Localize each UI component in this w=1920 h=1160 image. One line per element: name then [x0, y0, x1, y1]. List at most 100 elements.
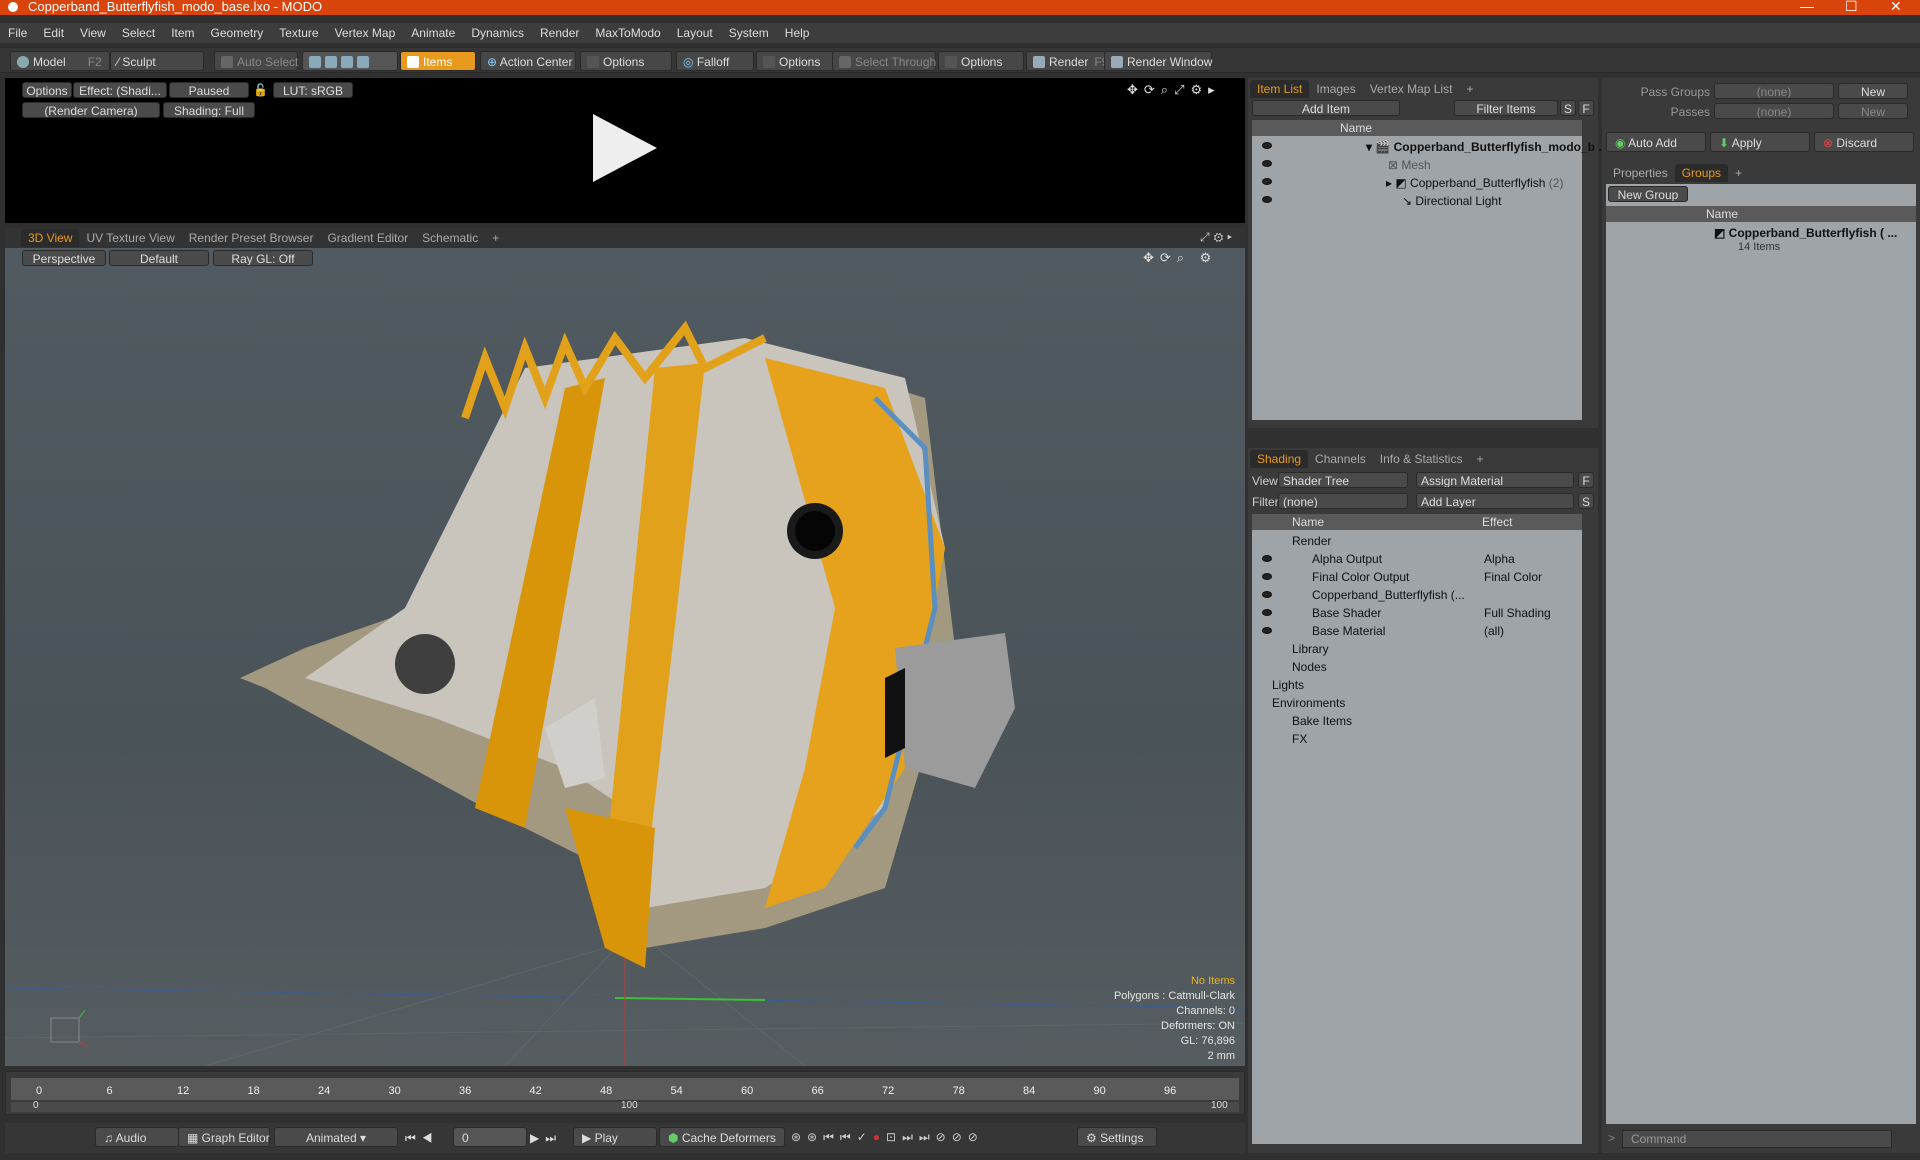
shader-row-effect[interactable]: (all) [1484, 622, 1504, 640]
shader-tree[interactable]: Name Effect Render Alpha Output Alpha Final… [1252, 514, 1582, 1144]
assign-material-button[interactable]: Assign Material [1416, 472, 1574, 488]
tab-info-statistics[interactable]: Info & Statistics [1373, 450, 1470, 468]
shader-tree-row[interactable]: Environments [1272, 694, 1345, 712]
shader-row-effect[interactable]: Final Color [1484, 568, 1542, 586]
action-center-options-button[interactable]: Options [580, 51, 672, 71]
menu-geometry[interactable]: Geometry [203, 23, 272, 43]
play-button[interactable]: ▶ Play [573, 1127, 657, 1147]
shader-tree-row[interactable]: Lights [1272, 676, 1304, 694]
item-directional-light[interactable]: ↘ Directional Light [1402, 192, 1501, 210]
edge-mode-icon[interactable] [325, 56, 337, 68]
tab-properties[interactable]: Properties [1606, 164, 1675, 182]
menu-select[interactable]: Select [114, 23, 163, 43]
preview-paused-button[interactable]: Paused [169, 82, 249, 98]
tab-add[interactable]: + [1459, 80, 1480, 98]
shader-tree-row[interactable]: Copperband_Butterflyfish (... [1312, 586, 1465, 604]
items-mode-button[interactable]: Items [400, 51, 476, 71]
visibility-eye-icon[interactable] [1262, 555, 1272, 562]
menu-vertex-map[interactable]: Vertex Map [327, 23, 404, 43]
render-camera-dropdown[interactable]: (Render Camera) [22, 102, 160, 118]
menu-layout[interactable]: Layout [669, 23, 721, 43]
key-tools-icons[interactable]: ⊛⊛⏮⏮✓●⊡⏭⏭⊘⊘⊘ [791, 1130, 984, 1145]
visibility-eye-icon[interactable] [1262, 160, 1272, 167]
menu-render[interactable]: Render [532, 23, 587, 43]
preview-effect-dropdown[interactable]: Effect: (Shadi... [73, 82, 167, 98]
tab-gradient-editor[interactable]: Gradient Editor [320, 229, 415, 247]
visibility-eye-icon[interactable] [1262, 142, 1272, 149]
shader-tree-row[interactable]: Alpha Output [1312, 550, 1382, 568]
auto-select-button[interactable]: Auto Select [214, 51, 298, 71]
visibility-eye-icon[interactable] [1262, 627, 1272, 634]
tab-render-preset-browser[interactable]: Render Preset Browser [182, 229, 321, 247]
shader-row-effect[interactable]: Alpha [1484, 550, 1515, 568]
tab-add[interactable]: + [1728, 164, 1749, 182]
passes-dropdown[interactable]: (none) [1714, 103, 1834, 119]
tab-3d-view[interactable]: 3D View [21, 229, 80, 247]
menu-view[interactable]: View [72, 23, 114, 43]
selection-mode-buttons[interactable] [302, 51, 398, 71]
pass-groups-dropdown[interactable]: (none) [1714, 83, 1834, 99]
render-button[interactable]: Render F9 [1026, 51, 1108, 71]
tab-schematic[interactable]: Schematic [415, 229, 485, 247]
select-through-options-button[interactable]: Options [938, 51, 1024, 71]
apply-button[interactable]: ⬇ Apply [1710, 132, 1810, 152]
groups-list[interactable]: New Group Name ◩ Copperband_Butterflyfis… [1606, 184, 1916, 1124]
model-mode-button[interactable]: Model F2 [10, 51, 110, 71]
material-mode-icon[interactable] [357, 56, 369, 68]
filter-s-button[interactable]: S [1560, 100, 1576, 116]
shader-tree-dropdown[interactable]: Shader Tree [1278, 472, 1408, 488]
cache-deformers-button[interactable]: ⬢ Cache Deformers [659, 1127, 785, 1147]
menu-animate[interactable]: Animate [403, 23, 463, 43]
discard-button[interactable]: ⊗ Discard [1814, 132, 1914, 152]
item-butterflyfish-group[interactable]: ▸ ◩ Copperband_Butterflyfish (2) [1386, 174, 1563, 192]
menu-item[interactable]: Item [163, 23, 202, 43]
select-through-button[interactable]: Select Through [832, 51, 936, 71]
polygon-mode-icon[interactable] [341, 56, 353, 68]
shader-tree-row[interactable]: FX [1292, 730, 1307, 748]
maximize-button[interactable]: ☐ [1845, 0, 1858, 13]
filter-f-button[interactable]: F [1578, 100, 1594, 116]
auto-add-button[interactable]: ◉ Auto Add [1606, 132, 1706, 152]
visibility-eye-icon[interactable] [1262, 573, 1272, 580]
audio-button[interactable]: ♫ Audio [95, 1127, 179, 1147]
butterflyfish-model[interactable] [240, 320, 1015, 968]
tab-images[interactable]: Images [1309, 80, 1362, 98]
sculpt-mode-button[interactable]: ⁄ Sculpt [110, 51, 204, 71]
menu-help[interactable]: Help [777, 23, 818, 43]
item-list-tree[interactable]: Name ▾ 🎬 Copperband_Butterflyfish_modo_b… [1252, 120, 1608, 420]
tab-item-list[interactable]: Item List [1250, 80, 1310, 98]
animated-dropdown[interactable]: Animated ▾ [274, 1127, 398, 1147]
render-window-button[interactable]: Render Window [1104, 51, 1212, 71]
add-layer-dropdown[interactable]: Add Layer [1416, 493, 1574, 509]
shader-row-effect[interactable]: Full Shading [1484, 604, 1551, 622]
tab-shading[interactable]: Shading [1250, 450, 1309, 468]
shading-filter-dropdown[interactable]: (none) [1278, 493, 1408, 509]
timeline-range-bar[interactable]: 0 100 100 [11, 1100, 1239, 1112]
menu-maxtomodo[interactable]: MaxToModo [587, 23, 668, 43]
shader-tree-row[interactable]: Render [1292, 532, 1331, 550]
shading-f-button[interactable]: F [1578, 472, 1594, 488]
shading-s-button[interactable]: S [1578, 493, 1594, 509]
play-icon[interactable] [593, 114, 657, 182]
shader-tree-row[interactable]: Final Color Output [1312, 568, 1409, 586]
action-center-button[interactable]: ⊕ Action Center [480, 51, 576, 71]
menu-dynamics[interactable]: Dynamics [463, 23, 532, 43]
shader-tree-row[interactable]: Base Material [1312, 622, 1385, 640]
menu-system[interactable]: System [721, 23, 777, 43]
transport-prev-icons[interactable]: ⏮◀ [405, 1131, 439, 1146]
menu-texture[interactable]: Texture [271, 23, 326, 43]
settings-button[interactable]: ⚙ Settings [1077, 1127, 1157, 1147]
lut-dropdown[interactable]: LUT: sRGB [273, 82, 353, 98]
lock-icon[interactable]: 🔓 [253, 83, 268, 97]
new-group-button[interactable]: New Group [1608, 186, 1688, 202]
falloff-options-button[interactable]: Options [756, 51, 834, 71]
visibility-eye-icon[interactable] [1262, 196, 1272, 203]
command-input[interactable]: Command [1622, 1130, 1892, 1148]
tab-channels[interactable]: Channels [1308, 450, 1373, 468]
add-item-dropdown[interactable]: Add Item [1252, 100, 1400, 116]
minimize-button[interactable]: — [1800, 0, 1814, 13]
shading-dropdown[interactable]: Shading: Full [163, 102, 255, 118]
close-button[interactable]: ✕ [1890, 0, 1902, 13]
timeline[interactable]: 0 6 12 18 24 30 36 42 48 54 60 66 72 78 84 90 96 0 100 1… [5, 1071, 1245, 1115]
transport-next-icons[interactable]: ▶⏭ [530, 1131, 562, 1146]
